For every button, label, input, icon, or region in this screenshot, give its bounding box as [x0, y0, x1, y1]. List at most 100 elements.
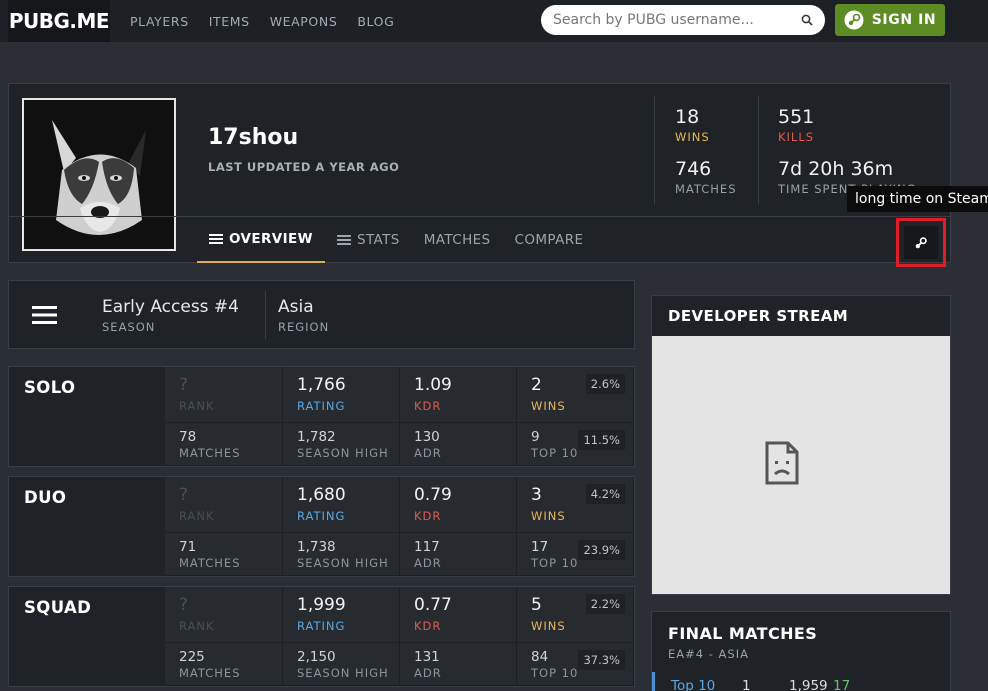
stat-label: KDR — [414, 399, 442, 413]
tab-compare[interactable]: COMPARE — [503, 217, 596, 263]
stat-value: 117 — [414, 539, 440, 555]
stat-value: 71 — [179, 539, 197, 555]
season-select[interactable]: Early Access #4 SEASON — [102, 297, 239, 334]
list-icon — [336, 235, 351, 245]
stat-cell: 0.77 KDR — [400, 587, 517, 643]
search-icon[interactable] — [801, 14, 813, 26]
season-selector[interactable]: Early Access #4 SEASON Asia REGION — [8, 280, 635, 349]
stat-label: RANK — [179, 619, 215, 633]
stat-label: ADR — [414, 556, 442, 570]
stat-label: ADR — [414, 666, 442, 680]
stat-cell: 3 WINS 4.2% — [517, 477, 634, 533]
stat-cell: 131 ADR — [400, 643, 517, 686]
stat-label: KDR — [414, 509, 442, 523]
stat-value: 0.77 — [414, 595, 452, 615]
stat-matches: 746 MATCHES — [675, 158, 737, 196]
stat-value: 1,999 — [297, 595, 346, 615]
stat-wins: 18 WINS — [675, 106, 710, 144]
percent-badge: 2.2% — [585, 594, 625, 614]
sign-in-button[interactable]: SIGN IN — [835, 4, 945, 36]
stat-value: 2,150 — [297, 649, 336, 665]
avatar — [22, 98, 176, 251]
stat-label: WINS — [675, 130, 710, 144]
mode-card-duo: DUO ? RANK 1,680 RATING 0.79 KDR 3 WINS — [8, 476, 635, 577]
tab-label: COMPARE — [514, 232, 584, 248]
search-input[interactable] — [553, 5, 793, 35]
match-row[interactable]: Top 10 1 1,959 17 — [652, 672, 950, 691]
stat-value: 5 — [531, 595, 542, 615]
final-matches-panel: FINAL MATCHES EA#4 - ASIA Top 10 1 1,959… — [651, 611, 951, 691]
husky-avatar-image — [24, 100, 174, 249]
stat-label: KILLS — [778, 130, 815, 144]
tab-label: STATS — [356, 232, 400, 248]
stat-value: ? — [179, 375, 189, 395]
stat-cell: 1,738 SEASON HIGH — [283, 533, 400, 576]
stat-cell: 2,150 SEASON HIGH — [283, 643, 400, 686]
stat-cell: 5 WINS 2.2% — [517, 587, 634, 643]
steam-icon — [915, 236, 927, 248]
stats-divider — [654, 96, 655, 204]
stat-value: 1,738 — [297, 539, 336, 555]
region-select[interactable]: Asia REGION — [278, 297, 329, 334]
stat-value: 746 — [675, 158, 712, 180]
steam-profile-highlight — [896, 218, 946, 267]
stat-value: 1.09 — [414, 375, 452, 395]
stat-cell: 84 TOP 10 37.3% — [517, 643, 634, 686]
stat-value: 17 — [531, 539, 549, 555]
stat-label: KDR — [414, 619, 442, 633]
stat-cell: 17 TOP 10 23.9% — [517, 533, 634, 576]
stat-value: 131 — [414, 649, 440, 665]
top-navbar: PUBG.ME PLAYERS ITEMS WEAPONS BLOG SIGN … — [0, 0, 988, 42]
last-updated: LAST UPDATED A YEAR AGO — [208, 160, 400, 174]
stat-value: 84 — [531, 649, 549, 665]
stat-cell: 1.09 KDR — [400, 367, 517, 423]
tab-matches[interactable]: MATCHES — [412, 217, 503, 263]
nav-items[interactable]: ITEMS — [209, 14, 250, 29]
stat-cell: 78 MATCHES — [165, 423, 283, 466]
steam-profile-button[interactable] — [904, 226, 938, 259]
stat-value: 1,680 — [297, 485, 346, 505]
tab-overview[interactable]: OVERVIEW — [197, 217, 325, 263]
stat-value: 18 — [675, 106, 700, 128]
site-logo[interactable]: PUBG.ME — [8, 0, 110, 42]
nav-players[interactable]: PLAYERS — [130, 14, 189, 29]
stat-label: SEASON HIGH — [297, 446, 389, 460]
nav-blog[interactable]: BLOG — [357, 14, 394, 29]
nav-weapons[interactable]: WEAPONS — [270, 14, 338, 29]
stat-cell: 225 MATCHES — [165, 643, 283, 686]
hamburger-icon[interactable] — [32, 306, 57, 324]
mode-name: SQUAD — [24, 598, 92, 617]
stat-label: TOP 10 — [531, 556, 579, 570]
search-box — [541, 5, 825, 35]
steam-icon — [844, 10, 864, 30]
stat-label: RANK — [179, 399, 215, 413]
stat-value: 225 — [179, 649, 205, 665]
stat-cell: 1,999 RATING — [283, 587, 400, 643]
stat-cell: 117 ADR — [400, 533, 517, 576]
developer-stream-video[interactable] — [652, 336, 950, 594]
stat-value: 551 — [778, 106, 815, 128]
season-label: SEASON — [102, 320, 156, 334]
mode-card-squad: SQUAD ? RANK 1,999 RATING 0.77 KDR 5 WIN… — [8, 586, 635, 687]
mode-card-solo: SOLO ? RANK 1,766 RATING 1.09 KDR 2 WINS — [8, 366, 635, 467]
stat-cell: 1,766 RATING — [283, 367, 400, 423]
stat-cell: 2 WINS 2.6% — [517, 367, 634, 423]
stat-label: SEASON HIGH — [297, 556, 389, 570]
stat-label: ADR — [414, 446, 442, 460]
stat-cell: 130 ADR — [400, 423, 517, 466]
stat-cell: 1,680 RATING — [283, 477, 400, 533]
mode-stats-grid: ? RANK 1,766 RATING 1.09 KDR 2 WINS 2.6% — [165, 367, 634, 466]
stat-label: RATING — [297, 399, 346, 413]
final-matches-title: FINAL MATCHES — [668, 624, 818, 643]
tab-stats[interactable]: STATS — [325, 217, 412, 263]
percent-badge: 11.5% — [578, 430, 625, 450]
stat-cell: ? RANK — [165, 367, 283, 423]
match-rating: 1,959 — [789, 678, 828, 691]
tab-label: MATCHES — [423, 232, 491, 248]
stat-value: 130 — [414, 429, 440, 445]
mode-stats-grid: ? RANK 1,680 RATING 0.79 KDR 3 WINS 4.2% — [165, 477, 634, 576]
developer-stream-panel: DEVELOPER STREAM — [651, 295, 951, 595]
player-username: 17shou — [208, 125, 299, 150]
match-place: Top 10 — [671, 678, 716, 691]
list-icon — [209, 234, 223, 244]
